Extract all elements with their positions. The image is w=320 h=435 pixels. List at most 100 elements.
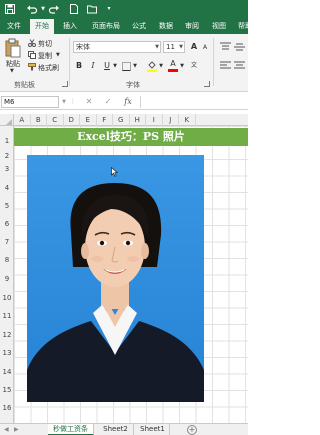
align-left-icon[interactable] xyxy=(220,61,231,71)
font-size-select[interactable]: 11 ▼ xyxy=(163,41,185,53)
row-header[interactable]: 3 xyxy=(0,165,14,173)
row-header[interactable]: 9 xyxy=(0,275,14,283)
copy-icon[interactable] xyxy=(28,51,36,59)
undo-icon[interactable] xyxy=(26,3,38,15)
portrait-photo[interactable] xyxy=(27,155,204,402)
column-header[interactable]: A xyxy=(14,114,31,126)
sheet-tab-active[interactable]: 秒做工资条 xyxy=(48,424,94,435)
row-header[interactable]: 11 xyxy=(0,312,14,320)
underline-dropdown-icon[interactable]: ▼ xyxy=(112,60,118,72)
column-header[interactable]: K xyxy=(179,114,196,126)
tab-formulas[interactable]: 公式 xyxy=(128,18,150,34)
column-header[interactable]: B xyxy=(31,114,47,126)
borders-icon[interactable] xyxy=(122,62,131,71)
fill-color-dropdown-icon[interactable]: ▼ xyxy=(158,60,164,72)
tab-file[interactable]: 文件 xyxy=(2,18,26,34)
formula-bar-grip-icon: ⋮ xyxy=(70,98,76,105)
name-box-dropdown-icon[interactable]: ▼ xyxy=(61,96,67,108)
row-header[interactable]: 16 xyxy=(0,404,14,412)
tab-data[interactable]: 数据 xyxy=(155,18,177,34)
row-header[interactable]: 15 xyxy=(0,386,14,394)
borders-dropdown-icon[interactable]: ▼ xyxy=(132,60,138,72)
row-header[interactable]: 6 xyxy=(0,220,14,228)
decrease-font-size-button[interactable]: A xyxy=(199,42,211,54)
align-middle-icon[interactable] xyxy=(234,42,245,52)
sheet-tab[interactable]: Sheet1 xyxy=(136,424,170,435)
insert-function-button[interactable]: fx xyxy=(122,96,134,108)
sheet-next-icon[interactable]: ▶ xyxy=(14,424,19,435)
sheet-tab-bar: ◀ ▶ 秒做工资条 Sheet2 Sheet1 + xyxy=(0,423,248,435)
formula-input[interactable] xyxy=(140,96,247,108)
sheet-prev-icon[interactable]: ◀ xyxy=(4,424,9,435)
column-header[interactable]: D xyxy=(64,114,80,126)
column-header[interactable]: J xyxy=(163,114,179,126)
row-headers: 1 2 3 4 5 6 7 8 9 10 11 12 13 14 15 16 xyxy=(0,126,14,423)
group-separator xyxy=(69,38,70,86)
name-box[interactable]: M6 xyxy=(1,96,59,108)
open-folder-icon[interactable] xyxy=(86,3,98,15)
select-all-button[interactable] xyxy=(0,114,14,126)
chevron-down-icon: ▼ xyxy=(179,44,183,50)
row-header[interactable]: 13 xyxy=(0,349,14,357)
tab-view[interactable]: 视图 xyxy=(208,18,230,34)
row-header[interactable]: 10 xyxy=(0,294,14,302)
tab-review[interactable]: 审阅 xyxy=(181,18,203,34)
cut-icon[interactable] xyxy=(28,39,36,47)
column-header[interactable]: C xyxy=(47,114,64,126)
clipboard-dialog-launcher-icon[interactable] xyxy=(62,81,68,87)
column-header[interactable]: H xyxy=(130,114,146,126)
row-header[interactable]: 5 xyxy=(0,202,14,210)
title-bar: ▼ ▾ xyxy=(0,0,248,18)
cut-button[interactable]: 剪切 xyxy=(38,39,52,49)
font-color-button[interactable]: A xyxy=(168,59,178,72)
ribbon: 粘贴 ▼ 剪切 复制 ▼ 格式刷 剪贴板 宋体 ▼ 11 ▼ A A B I U… xyxy=(0,34,248,92)
row-header[interactable]: 12 xyxy=(0,331,14,339)
new-document-icon[interactable] xyxy=(68,3,80,15)
row-header[interactable]: 1 xyxy=(0,137,14,145)
add-sheet-button[interactable]: + xyxy=(187,425,197,435)
cancel-entry-button[interactable]: ✕ xyxy=(84,96,94,108)
font-color-swatch xyxy=(168,69,178,72)
font-name-select[interactable]: 宋体 ▼ xyxy=(73,41,161,53)
redo-icon[interactable] xyxy=(48,3,60,15)
phonetic-guide-icon[interactable]: 文 xyxy=(190,60,198,72)
row-header[interactable]: 7 xyxy=(0,238,14,246)
italic-button[interactable]: I xyxy=(87,60,99,72)
tab-home[interactable]: 开始 xyxy=(30,19,54,34)
row-header[interactable]: 2 xyxy=(0,152,14,160)
confirm-entry-button[interactable]: ✓ xyxy=(103,96,113,108)
row-header[interactable]: 14 xyxy=(0,368,14,376)
format-painter-button[interactable]: 格式刷 xyxy=(38,63,59,73)
sheet-tab[interactable]: Sheet2 xyxy=(98,424,134,435)
format-painter-icon[interactable] xyxy=(28,63,36,71)
row-header[interactable]: 8 xyxy=(0,256,14,264)
title-banner[interactable]: Excel技巧：PS 照片 xyxy=(14,128,248,146)
font-color-glyph: A xyxy=(170,59,176,68)
bold-button[interactable]: B xyxy=(73,60,85,72)
align-top-icon[interactable] xyxy=(220,42,231,52)
paste-icon[interactable] xyxy=(4,38,22,58)
font-dialog-launcher-icon[interactable] xyxy=(204,81,210,87)
save-icon[interactable] xyxy=(4,3,16,15)
fill-color-icon[interactable] xyxy=(147,60,157,72)
tab-help[interactable]: 帮助 xyxy=(234,18,256,34)
copy-button[interactable]: 复制 xyxy=(38,51,52,61)
column-header[interactable]: F xyxy=(97,114,113,126)
row-header[interactable]: 4 xyxy=(0,184,14,192)
copy-dropdown-icon[interactable]: ▼ xyxy=(56,52,60,58)
tab-page-layout[interactable]: 页面布局 xyxy=(88,18,124,34)
undo-dropdown-icon[interactable]: ▼ xyxy=(40,3,46,15)
clipboard-group-label: 剪贴板 xyxy=(14,81,35,89)
font-group-label: 字体 xyxy=(126,81,140,89)
column-header[interactable]: I xyxy=(146,114,163,126)
column-headers: A B C D E F G H I J K xyxy=(0,114,248,126)
align-center-icon[interactable] xyxy=(234,61,245,71)
column-header[interactable]: E xyxy=(80,114,97,126)
customize-toolbar-icon[interactable]: ▾ xyxy=(104,3,114,15)
mouse-cursor-icon xyxy=(111,166,119,177)
paste-dropdown-icon[interactable]: ▼ xyxy=(10,68,14,74)
tab-insert[interactable]: 插入 xyxy=(58,18,82,34)
font-color-dropdown-icon[interactable]: ▼ xyxy=(179,60,185,72)
formula-bar: M6 ▼ ⋮ ✕ ✓ fx xyxy=(0,94,248,110)
column-header[interactable]: G xyxy=(113,114,130,126)
